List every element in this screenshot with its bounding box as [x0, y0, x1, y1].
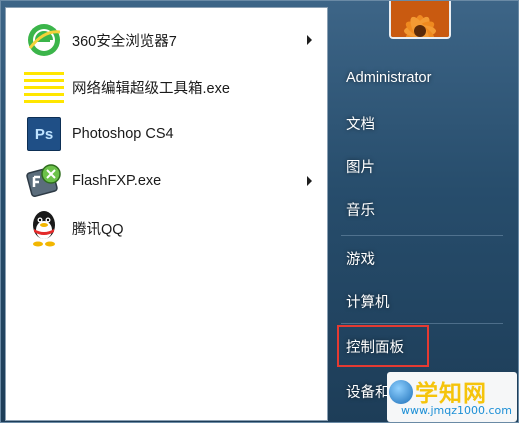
right-item-music[interactable]: 音乐 [338, 192, 508, 226]
program-label: 360安全浏览器7 [72, 33, 177, 50]
separator [341, 235, 503, 236]
program-item-360-browser[interactable]: 360安全浏览器7 [10, 17, 324, 63]
program-item-photoshop[interactable]: Ps Photoshop CS4 [10, 111, 324, 157]
toolbox-icon [24, 67, 64, 107]
program-label: Photoshop CS4 [72, 126, 174, 142]
photoshop-badge: Ps [27, 117, 61, 151]
program-label: FlashFXP.exe [72, 173, 162, 189]
control-panel-highlight-box [337, 325, 429, 367]
separator [341, 323, 503, 324]
user-avatar[interactable] [389, 1, 451, 39]
flashfxp-icon [24, 161, 64, 201]
qq-penguin-icon [24, 208, 64, 248]
submenu-arrow-icon[interactable] [307, 35, 312, 45]
right-item-games[interactable]: 游戏 [338, 241, 508, 275]
right-item-computer[interactable]: 计算机 [338, 284, 508, 318]
photoshop-icon: Ps [24, 114, 64, 154]
right-item-devices-partial[interactable]: 设备和 [346, 381, 390, 402]
site-watermark: 学知网 www.jmqz1000.com [387, 372, 517, 422]
program-label: 腾讯QQ [72, 221, 124, 238]
program-item-toolbox[interactable]: 网络编辑超级工具箱.exe [10, 64, 324, 110]
right-item-administrator[interactable]: Administrator [338, 61, 508, 95]
360-browser-icon [24, 20, 64, 60]
program-label: 网络编辑超级工具箱.exe [72, 80, 230, 97]
program-item-flashfxp[interactable]: FlashFXP.exe [10, 158, 324, 204]
program-item-qq[interactable]: 腾讯QQ [10, 205, 324, 251]
submenu-arrow-icon[interactable] [307, 176, 312, 186]
watermark-title: 学知网 [415, 381, 487, 407]
right-item-pictures[interactable]: 图片 [338, 149, 508, 183]
globe-icon [389, 380, 413, 404]
right-item-documents[interactable]: 文档 [338, 106, 508, 140]
watermark-url: www.jmqz1000.com [401, 404, 512, 417]
start-menu: 360安全浏览器7 网络编辑超级工具箱.exe Ps Photoshop CS4 [0, 0, 519, 423]
programs-pane: 360安全浏览器7 网络编辑超级工具箱.exe Ps Photoshop CS4 [5, 7, 328, 421]
